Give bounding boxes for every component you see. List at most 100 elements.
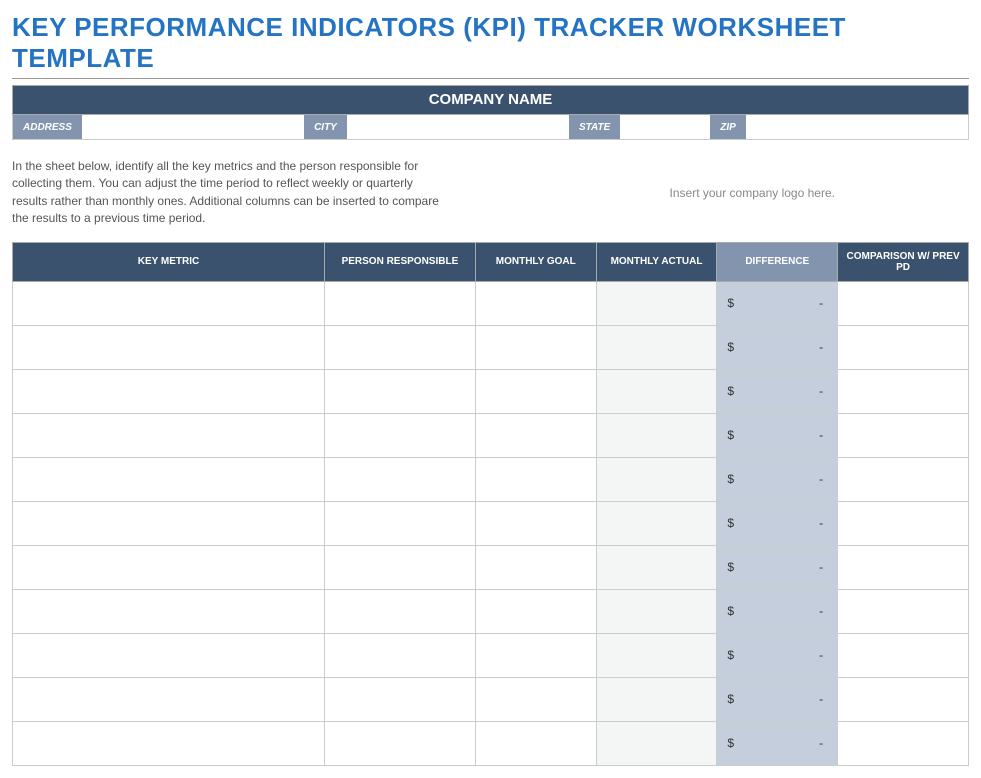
city-label: CITY (304, 115, 347, 139)
cell-key-metric[interactable] (13, 325, 325, 369)
cell-difference: $- (717, 281, 838, 325)
table-row: $- (13, 501, 969, 545)
cell-comparison[interactable] (838, 589, 969, 633)
cell-actual[interactable] (596, 721, 717, 765)
table-row: $- (13, 633, 969, 677)
cell-goal[interactable] (475, 545, 596, 589)
cell-actual[interactable] (596, 633, 717, 677)
address-label: ADDRESS (13, 115, 82, 139)
cell-actual[interactable] (596, 325, 717, 369)
cell-actual[interactable] (596, 545, 717, 589)
table-row: $- (13, 369, 969, 413)
cell-goal[interactable] (475, 413, 596, 457)
cell-difference: $- (717, 545, 838, 589)
cell-key-metric[interactable] (13, 413, 325, 457)
cell-goal[interactable] (475, 677, 596, 721)
cell-goal[interactable] (475, 721, 596, 765)
currency-symbol: $ (727, 604, 734, 618)
table-row: $- (13, 413, 969, 457)
cell-comparison[interactable] (838, 457, 969, 501)
cell-person[interactable] (324, 369, 475, 413)
cell-person[interactable] (324, 633, 475, 677)
cell-person[interactable] (324, 281, 475, 325)
th-comparison: COMPARISON W/ PREV PD (838, 242, 969, 281)
difference-value: - (819, 648, 823, 662)
cell-person[interactable] (324, 545, 475, 589)
instructions-text: In the sheet below, identify all the key… (12, 158, 446, 228)
cell-actual[interactable] (596, 457, 717, 501)
th-actual: MONTHLY ACTUAL (596, 242, 717, 281)
cell-actual[interactable] (596, 369, 717, 413)
cell-goal[interactable] (475, 501, 596, 545)
cell-key-metric[interactable] (13, 633, 325, 677)
cell-comparison[interactable] (838, 545, 969, 589)
cell-comparison[interactable] (838, 325, 969, 369)
difference-value: - (819, 472, 823, 486)
cell-goal[interactable] (475, 633, 596, 677)
kpi-table: KEY METRIC PERSON RESPONSIBLE MONTHLY GO… (12, 242, 969, 766)
company-name-bar: COMPANY NAME (12, 85, 969, 115)
state-input[interactable] (620, 115, 710, 139)
difference-value: - (819, 736, 823, 750)
currency-symbol: $ (727, 428, 734, 442)
table-row: $- (13, 721, 969, 765)
cell-difference: $- (717, 677, 838, 721)
currency-symbol: $ (727, 560, 734, 574)
cell-person[interactable] (324, 589, 475, 633)
cell-comparison[interactable] (838, 677, 969, 721)
cell-goal[interactable] (475, 281, 596, 325)
cell-person[interactable] (324, 501, 475, 545)
currency-symbol: $ (727, 340, 734, 354)
cell-key-metric[interactable] (13, 589, 325, 633)
cell-key-metric[interactable] (13, 545, 325, 589)
cell-comparison[interactable] (838, 281, 969, 325)
cell-person[interactable] (324, 325, 475, 369)
logo-placeholder[interactable]: Insert your company logo here. (476, 158, 970, 228)
cell-goal[interactable] (475, 589, 596, 633)
cell-key-metric[interactable] (13, 501, 325, 545)
cell-person[interactable] (324, 413, 475, 457)
cell-difference: $- (717, 457, 838, 501)
difference-value: - (819, 604, 823, 618)
table-row: $- (13, 589, 969, 633)
difference-value: - (819, 428, 823, 442)
currency-symbol: $ (727, 384, 734, 398)
cell-actual[interactable] (596, 413, 717, 457)
cell-key-metric[interactable] (13, 677, 325, 721)
cell-person[interactable] (324, 721, 475, 765)
cell-comparison[interactable] (838, 413, 969, 457)
zip-label: ZIP (710, 115, 746, 139)
zip-input[interactable] (746, 115, 968, 139)
cell-difference: $- (717, 633, 838, 677)
cell-key-metric[interactable] (13, 457, 325, 501)
cell-key-metric[interactable] (13, 369, 325, 413)
cell-comparison[interactable] (838, 501, 969, 545)
cell-key-metric[interactable] (13, 721, 325, 765)
cell-goal[interactable] (475, 457, 596, 501)
cell-key-metric[interactable] (13, 281, 325, 325)
cell-goal[interactable] (475, 325, 596, 369)
city-input[interactable] (347, 115, 569, 139)
cell-comparison[interactable] (838, 633, 969, 677)
cell-person[interactable] (324, 457, 475, 501)
difference-value: - (819, 340, 823, 354)
th-person: PERSON RESPONSIBLE (324, 242, 475, 281)
address-input[interactable] (82, 115, 304, 139)
cell-person[interactable] (324, 677, 475, 721)
cell-actual[interactable] (596, 589, 717, 633)
state-label: STATE (569, 115, 620, 139)
cell-comparison[interactable] (838, 721, 969, 765)
cell-goal[interactable] (475, 369, 596, 413)
cell-difference: $- (717, 501, 838, 545)
cell-actual[interactable] (596, 281, 717, 325)
table-row: $- (13, 281, 969, 325)
currency-symbol: $ (727, 648, 734, 662)
cell-difference: $- (717, 589, 838, 633)
cell-actual[interactable] (596, 677, 717, 721)
table-header-row: KEY METRIC PERSON RESPONSIBLE MONTHLY GO… (13, 242, 969, 281)
cell-comparison[interactable] (838, 369, 969, 413)
difference-value: - (819, 516, 823, 530)
th-key-metric: KEY METRIC (13, 242, 325, 281)
currency-symbol: $ (727, 736, 734, 750)
cell-actual[interactable] (596, 501, 717, 545)
